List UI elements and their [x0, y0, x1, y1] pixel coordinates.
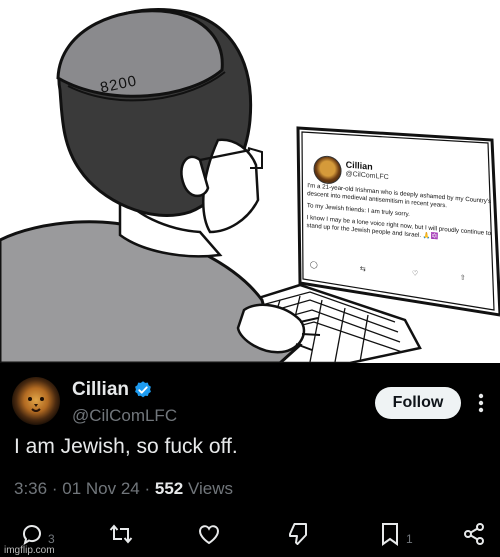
- avatar[interactable]: [12, 377, 60, 425]
- retweet-icon: [109, 524, 133, 544]
- downvote-icon: [289, 523, 307, 545]
- reply-icon: ◯: [309, 261, 318, 270]
- tweet-meta: 3:36 · 01 Nov 24 · 552 Views: [14, 479, 233, 499]
- reply-icon: [23, 525, 41, 546]
- meta-separator: ·: [144, 479, 151, 498]
- tweet: Cillian @CilComLFC Follow I am Jewish, s…: [0, 363, 500, 557]
- verified-badge-icon: [135, 381, 151, 398]
- like-icon: ♡: [411, 270, 419, 278]
- share-icon: [464, 523, 484, 545]
- bookmark-count: 1: [406, 532, 413, 546]
- avatar-lion-image: [12, 377, 60, 425]
- author-name[interactable]: Cillian: [72, 379, 129, 401]
- reply-button[interactable]: 3: [20, 521, 55, 547]
- monitor-tweet-body: I'm a 21-year-old Irishman who is deeply…: [306, 182, 495, 250]
- tweet-text: I am Jewish, so fuck off.: [14, 435, 238, 458]
- views-count: 552: [154, 479, 184, 498]
- monitor-tweet-emoji: 🙏✡️: [422, 232, 439, 241]
- follow-button[interactable]: Follow: [375, 387, 461, 419]
- reply-count: 3: [48, 532, 55, 546]
- bookmark-button[interactable]: 1: [378, 521, 413, 547]
- meta-separator: ·: [51, 479, 58, 498]
- share-icon: ⇧: [459, 274, 466, 282]
- tweet-time[interactable]: 3:36: [14, 479, 47, 498]
- monitor-tweet: Cillian @CilComLFC I'm a 21-year-old Iri…: [303, 142, 496, 308]
- bookmark-icon: [382, 523, 398, 546]
- action-bar: 3 1: [0, 521, 500, 551]
- views-label: Views: [187, 479, 234, 498]
- cartoon-panel: 8200 Cillian @CilComLFC I'm a 21-year-ol…: [0, 0, 500, 363]
- monitor-tweet-handle: @CilComLFC: [345, 170, 389, 182]
- monitor-avatar: [313, 154, 342, 186]
- more-options-icon[interactable]: [470, 388, 492, 418]
- share-button[interactable]: [462, 521, 486, 547]
- downvote-button[interactable]: [286, 521, 312, 547]
- kippah: [56, 9, 224, 98]
- tweet-date[interactable]: 01 Nov 24: [62, 479, 140, 498]
- retweet-button[interactable]: [108, 521, 134, 547]
- monitor-tweet-actions: ◯ ⇆ ♡ ⇧: [310, 260, 486, 285]
- retweet-icon: ⇆: [359, 265, 366, 274]
- like-button[interactable]: [196, 521, 222, 547]
- watermark: imgflip.com: [4, 545, 55, 556]
- author-handle[interactable]: @CilComLFC: [72, 406, 177, 426]
- like-icon: [198, 525, 220, 545]
